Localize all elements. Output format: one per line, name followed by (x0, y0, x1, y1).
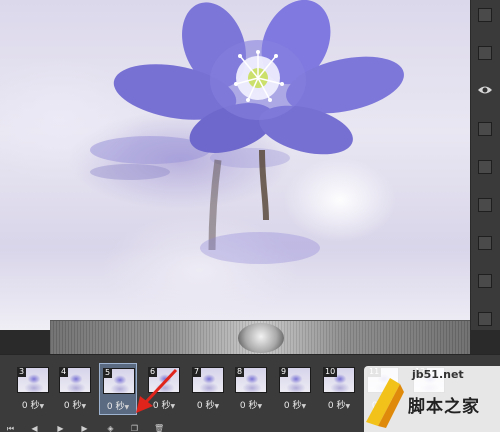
chevron-down-icon: ▼ (257, 403, 263, 410)
timeline-frame[interactable]: 3 0 秒▼ (14, 363, 52, 415)
layer-visibility-box[interactable] (478, 198, 492, 212)
timeline-frame-selected[interactable]: 5 0 秒▼ (99, 363, 137, 415)
timeline-frame[interactable]: 9 0 秒▼ (276, 363, 314, 415)
layer-visibility-box[interactable] (478, 8, 492, 22)
next-frame-icon[interactable]: ▶ (80, 424, 89, 432)
photoshop-workspace: 3 0 秒▼ 4 0 秒▼ 5 0 秒▼ 6 0 秒▼ 7 0 秒▼ 8 0 秒… (0, 0, 500, 432)
layer-visibility-box[interactable] (478, 274, 492, 288)
flower-image (90, 0, 404, 264)
frame-delay-select[interactable]: 0 秒▼ (276, 401, 314, 412)
ruler-knob[interactable] (238, 323, 284, 353)
layer-visibility-box[interactable] (478, 160, 492, 174)
layers-panel (470, 0, 500, 330)
tween-icon[interactable]: ◈ (106, 424, 115, 432)
chevron-down-icon: ▼ (39, 403, 45, 410)
chevron-down-icon: ▼ (214, 403, 220, 410)
frame-number: 5 (103, 368, 113, 378)
watermark-url: jb51.net (412, 368, 464, 381)
layer-visibility-box[interactable] (478, 46, 492, 60)
frame-number: 8 (235, 367, 245, 377)
frame-delay-select[interactable]: 0 秒▼ (232, 401, 270, 412)
timeline-scroll-ruler[interactable] (50, 320, 470, 355)
duplicate-frame-icon[interactable]: ❐ (130, 424, 139, 432)
frame-delay-select[interactable]: 0 秒▼ (189, 401, 227, 412)
chevron-down-icon: ▼ (345, 403, 351, 410)
timeline-frame[interactable]: 6 0 秒▼ (145, 363, 183, 415)
chevron-down-icon: ▼ (124, 404, 130, 411)
watermark-logo-icon (366, 378, 404, 428)
frame-number: 7 (192, 367, 202, 377)
timeline-frame[interactable]: 8 0 秒▼ (232, 363, 270, 415)
frame-number: 10 (323, 367, 338, 377)
chevron-down-icon: ▼ (301, 403, 307, 410)
frame-delay-select[interactable]: 0 秒▼ (14, 401, 52, 412)
frame-delay-select[interactable]: 0 秒▼ (100, 402, 136, 413)
timeline-frame[interactable]: 7 0 秒▼ (189, 363, 227, 415)
layer-visibility-box[interactable] (478, 122, 492, 136)
layer-visibility-box[interactable] (478, 312, 492, 326)
frame-number: 3 (17, 367, 27, 377)
previous-frame-icon[interactable]: ◀ (30, 424, 39, 432)
layer-visibility-box[interactable] (478, 236, 492, 250)
timeline-frame[interactable]: 4 0 秒▼ (56, 363, 94, 415)
image-canvas[interactable] (0, 0, 470, 330)
watermark-name: 脚本之家 (408, 397, 480, 417)
play-icon[interactable]: ▶ (56, 424, 65, 432)
frame-delay-select[interactable]: 0 秒▼ (56, 401, 94, 412)
delete-frame-icon[interactable]: 🗑 (154, 424, 164, 432)
frame-number: 9 (279, 367, 289, 377)
timeline-controls: ⏮ ◀ ▶ ▶ ◈ ❐ 🗑 (0, 424, 170, 432)
watermark: jb51.net 脚本之家 (352, 362, 500, 432)
frame-delay-select[interactable]: 0 秒▼ (145, 401, 183, 412)
chevron-down-icon: ▼ (170, 403, 176, 410)
eye-icon[interactable] (477, 84, 493, 96)
first-frame-icon[interactable]: ⏮ (6, 424, 15, 432)
frame-number: 4 (59, 367, 69, 377)
frame-number: 6 (148, 367, 158, 377)
chevron-down-icon: ▼ (81, 403, 87, 410)
